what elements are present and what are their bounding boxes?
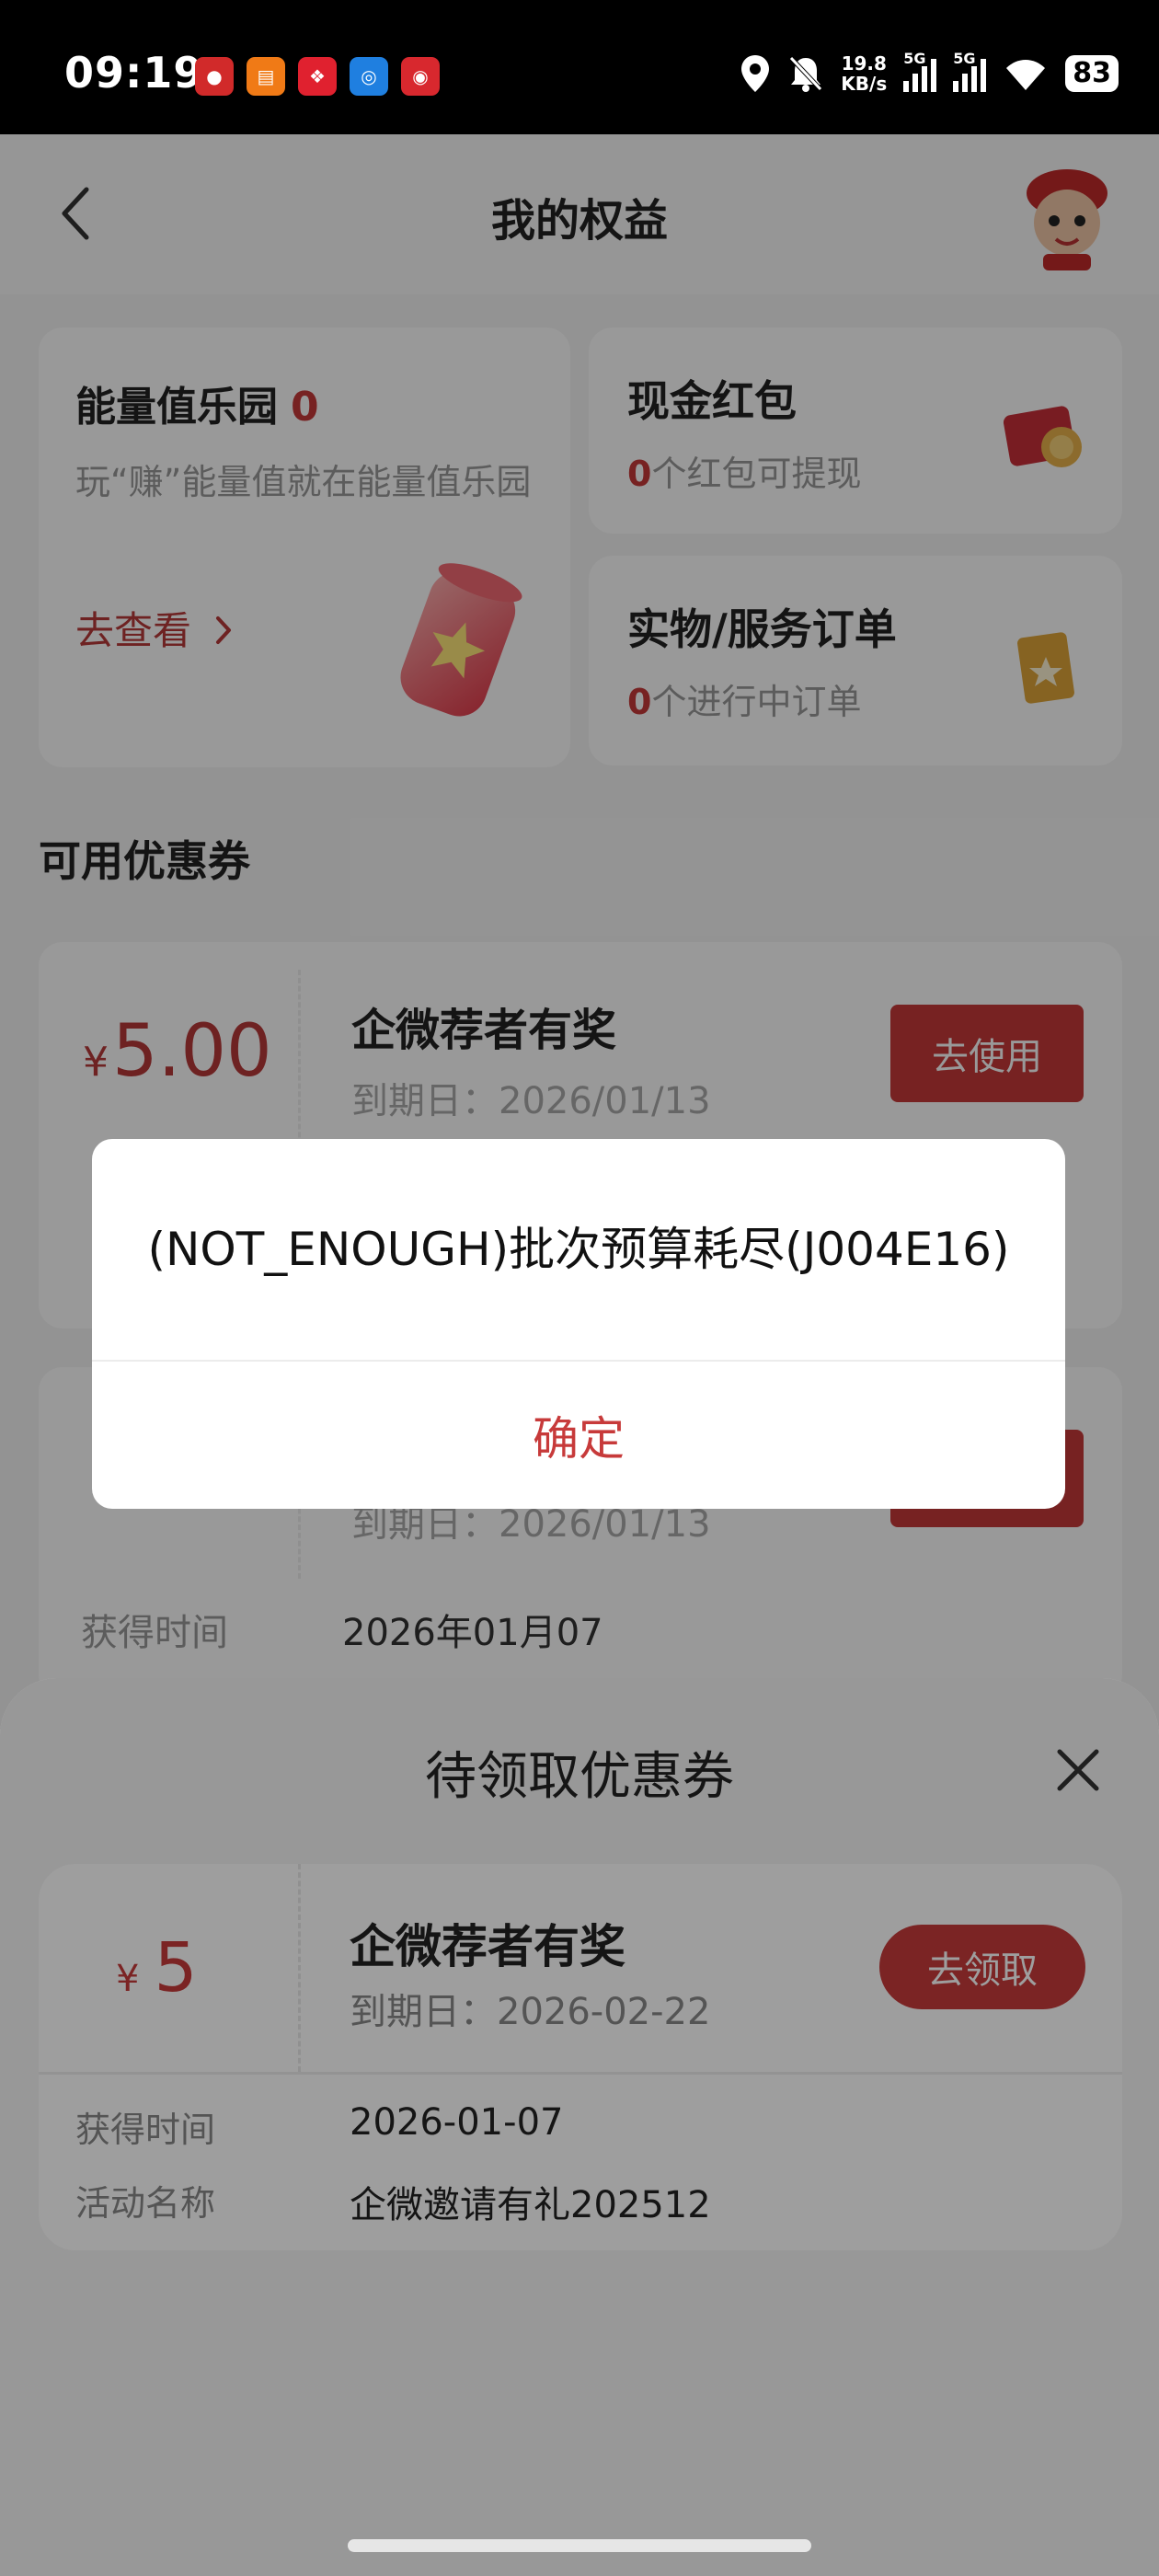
error-message: (NOT_ENOUGH)批次预算耗尽(J004E16) xyxy=(147,1223,1010,1276)
app-4-icon: ◎ xyxy=(350,57,388,96)
status-bar: 09:19 ● ▤ ❖ ◎ ◉ 19.8 KB/s 5G 5G 83 xyxy=(0,0,1159,134)
signal-1-label: 5G xyxy=(903,50,926,67)
status-right: 19.8 KB/s 5G 5G 83 xyxy=(740,50,1119,94)
signal-2-label: 5G xyxy=(953,50,976,67)
signal-2-icon: 5G xyxy=(953,50,987,92)
confirm-button[interactable]: 确定 xyxy=(92,1362,1065,1509)
status-time: 09:19 xyxy=(64,48,204,98)
app-1-icon: ● xyxy=(195,57,234,96)
signal-1-icon: 5G xyxy=(903,50,937,92)
app-3-icon: ❖ xyxy=(298,57,337,96)
status-app-icons: ● ▤ ❖ ◎ ◉ xyxy=(195,57,440,96)
sheet-dim-overlay xyxy=(0,1678,1159,2576)
app-2-icon: ▤ xyxy=(247,57,285,96)
page: 09:19 ● ▤ ❖ ◎ ◉ 19.8 KB/s 5G 5G 83 我的权益 … xyxy=(0,0,1159,2576)
wifi-icon xyxy=(1006,60,1046,90)
error-dialog: (NOT_ENOUGH)批次预算耗尽(J004E16) 确定 xyxy=(92,1139,1065,1509)
net-speed-value: 19.8 xyxy=(841,52,887,75)
net-speed-unit: KB/s xyxy=(841,73,888,95)
mute-bell-icon xyxy=(789,56,823,92)
net-speed: 19.8 KB/s xyxy=(841,53,887,94)
app-5-icon: ◉ xyxy=(401,57,440,96)
home-indicator[interactable] xyxy=(348,2539,811,2552)
battery-level: 83 xyxy=(1065,55,1119,92)
location-icon xyxy=(741,55,770,92)
